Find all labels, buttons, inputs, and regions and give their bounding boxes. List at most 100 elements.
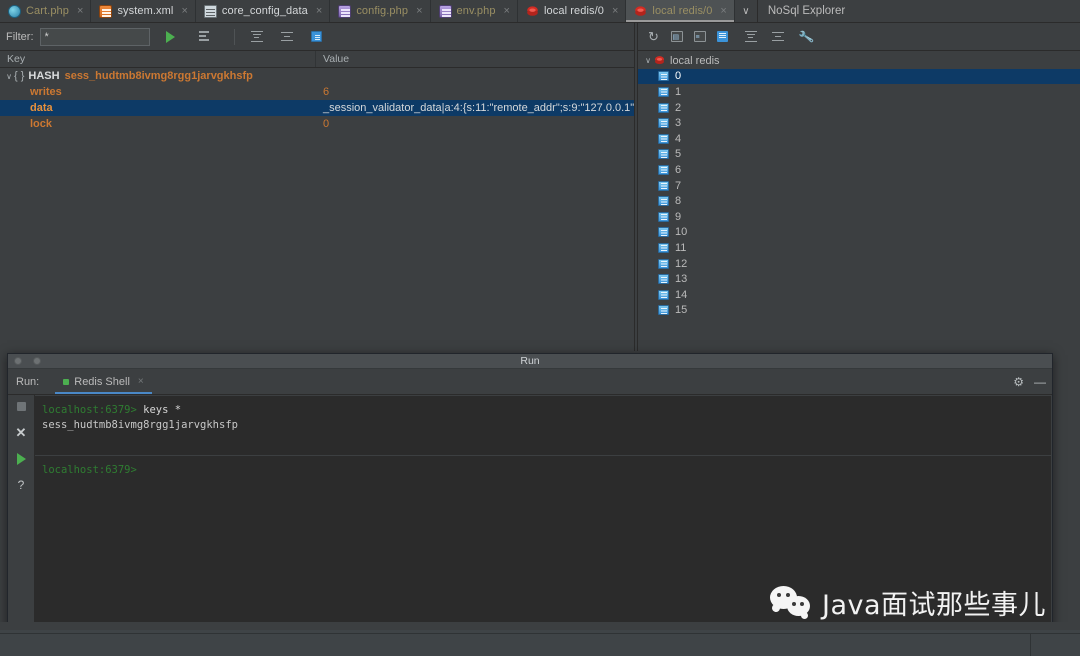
redis-shell-console[interactable]: localhost:6379> keys * sess_hudtmb8ivmg8… xyxy=(35,396,1051,627)
sidebar-item-db-10[interactable]: 10 xyxy=(638,225,1080,241)
nosql-explorer-panel: ↻ ▤ ≡ 🔧 ∨ local redis 0 1 2 3 4 5 6 7 8 … xyxy=(638,23,1080,351)
add-server-icon[interactable]: ▤ xyxy=(666,26,687,47)
status-bar-divider xyxy=(0,633,1080,634)
editor-tab-core-config-data[interactable]: core_config_data × xyxy=(196,0,331,22)
editor-tab-local-redis-0-b[interactable]: local redis/0 × xyxy=(626,0,735,22)
horizontal-splitter[interactable] xyxy=(0,622,1080,630)
close-window-button[interactable] xyxy=(14,357,22,365)
run-window-actions: ⚙ — xyxy=(1013,369,1046,394)
console-current-prompt: localhost:6379> xyxy=(35,463,1051,478)
editor-tab-label: local redis/0 xyxy=(652,5,713,17)
sidebar-item-db-14[interactable]: 14 xyxy=(638,287,1080,303)
run-tab-bar: Run: Redis Shell × ⚙ — xyxy=(8,369,1052,395)
sidebar-item-db-1[interactable]: 1 xyxy=(638,84,1080,100)
expand-all-icon[interactable] xyxy=(246,26,268,48)
run-window-title: Run xyxy=(520,355,540,367)
editor-tab-config-php[interactable]: config.php × xyxy=(330,0,431,22)
editor-tab-label: config.php xyxy=(356,5,409,17)
redis-icon xyxy=(634,5,647,18)
redis-icon xyxy=(654,55,665,66)
database-table-icon xyxy=(203,4,217,18)
editor-tab-local-redis-0-a[interactable]: local redis/0 × xyxy=(518,0,627,22)
running-status-icon xyxy=(63,378,70,385)
hash-brace-icon: { } xyxy=(14,70,25,82)
toolbar-divider xyxy=(233,28,235,45)
window-controls[interactable] xyxy=(14,357,41,365)
database-icon xyxy=(658,180,669,191)
expand-all-icon[interactable] xyxy=(740,26,761,47)
console-command-line: localhost:6379> keys * xyxy=(35,403,1051,418)
editor-tab-bar: Cart.php × system.xml × core_config_data… xyxy=(0,0,1080,23)
execute-script-icon[interactable] xyxy=(194,26,216,48)
run-play-icon[interactable] xyxy=(160,26,182,48)
close-icon[interactable]: × xyxy=(138,376,144,387)
table-row[interactable]: lock 0 xyxy=(0,116,634,132)
close-icon[interactable]: × xyxy=(77,5,83,17)
table-row[interactable]: data _session_validator_data|a:4:{s:11:"… xyxy=(0,100,634,116)
stop-icon[interactable] xyxy=(14,399,29,414)
db-label: 12 xyxy=(675,257,688,270)
status-bar xyxy=(0,630,1080,656)
database-icon xyxy=(658,227,669,238)
sidebar-item-db-9[interactable]: 9 xyxy=(638,209,1080,225)
database-icon xyxy=(658,274,669,285)
editor-tab-cart-php[interactable]: Cart.php × xyxy=(0,0,92,22)
editor-tab-env-php[interactable]: env.php × xyxy=(431,0,518,22)
filter-input[interactable] xyxy=(39,27,150,46)
sidebar-item-db-6[interactable]: 6 xyxy=(638,162,1080,178)
chevron-down-icon[interactable]: ∨ xyxy=(642,56,654,65)
close-icon[interactable]: × xyxy=(316,5,322,17)
close-icon[interactable]: × xyxy=(504,5,510,17)
sidebar-item-db-8[interactable]: 8 xyxy=(638,193,1080,209)
collapse-all-icon[interactable] xyxy=(276,26,298,48)
xml-file-icon xyxy=(99,4,113,18)
minimize-icon[interactable]: — xyxy=(1034,375,1046,389)
sidebar-item-db-4[interactable]: 4 xyxy=(638,131,1080,147)
shell-prompt: localhost:6379> xyxy=(42,404,137,416)
sidebar-item-db-15[interactable]: 15 xyxy=(638,303,1080,319)
rerun-play-icon[interactable] xyxy=(14,451,29,466)
close-icon[interactable]: × xyxy=(612,5,618,17)
settings-gear-icon[interactable]: ⚙ xyxy=(1013,375,1024,389)
sidebar-item-db-12[interactable]: 12 xyxy=(638,256,1080,272)
sidebar-item-db-0[interactable]: 0 xyxy=(638,68,1080,85)
sidebar-item-db-5[interactable]: 5 xyxy=(638,147,1080,163)
db-label: 7 xyxy=(675,179,682,192)
close-icon[interactable]: × xyxy=(181,5,187,17)
explorer-tree: ∨ local redis 0 1 2 3 4 5 6 7 8 9 10 11 … xyxy=(638,51,1080,318)
delete-icon[interactable] xyxy=(712,26,733,47)
database-icon xyxy=(658,258,669,269)
database-icon xyxy=(658,164,669,175)
refresh-icon[interactable]: ↻ xyxy=(643,26,664,47)
delete-key-icon[interactable] xyxy=(306,26,328,48)
chevron-down-icon[interactable]: ∨ xyxy=(4,72,14,81)
run-tool-window: Run Run: Redis Shell × ⚙ — ✕ ? localhost… xyxy=(7,353,1053,629)
sidebar-item-db-2[interactable]: 2 xyxy=(638,100,1080,116)
close-icon[interactable]: × xyxy=(720,5,726,17)
collapse-all-icon[interactable] xyxy=(767,26,788,47)
editor-tab-system-xml[interactable]: system.xml × xyxy=(91,0,196,22)
php-file-icon xyxy=(438,4,452,18)
query-icon[interactable]: ≡ xyxy=(689,26,710,47)
help-question-icon[interactable]: ? xyxy=(14,477,29,492)
sidebar-item-db-13[interactable]: 13 xyxy=(638,271,1080,287)
sidebar-item-db-7[interactable]: 7 xyxy=(638,178,1080,194)
wrench-settings-icon[interactable]: 🔧 xyxy=(796,26,817,47)
zoom-window-button[interactable] xyxy=(33,357,41,365)
tree-item-server[interactable]: ∨ local redis xyxy=(638,53,1080,69)
close-icon[interactable]: × xyxy=(416,5,422,17)
close-icon[interactable]: ✕ xyxy=(14,425,29,440)
table-row-hash-root[interactable]: ∨ { } HASH sess_hudtmb8ivmg8rgg1jarvgkhs… xyxy=(0,68,634,84)
db-label: 13 xyxy=(675,273,688,286)
editor-tab-label: system.xml xyxy=(117,5,174,17)
tab-redis-shell[interactable]: Redis Shell × xyxy=(55,369,153,394)
key-view-toolbar: Filter: xyxy=(0,23,634,51)
shell-command: keys * xyxy=(136,404,182,416)
server-label: local redis xyxy=(670,54,720,67)
database-icon xyxy=(658,102,669,113)
run-window-body: ✕ ? localhost:6379> keys * sess_hudtmb8i… xyxy=(8,395,1052,628)
sidebar-item-db-11[interactable]: 11 xyxy=(638,240,1080,256)
table-row[interactable]: writes 6 xyxy=(0,84,634,100)
tab-overflow-chevron-down-icon[interactable]: ∨ xyxy=(735,0,757,22)
sidebar-item-db-3[interactable]: 3 xyxy=(638,115,1080,131)
